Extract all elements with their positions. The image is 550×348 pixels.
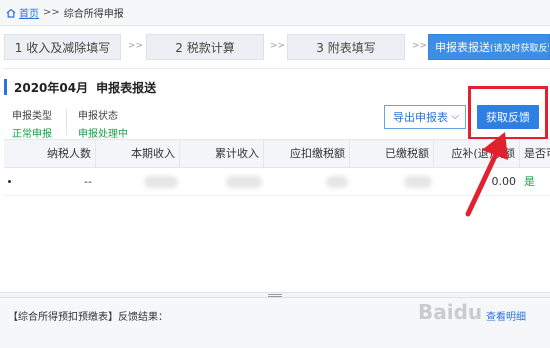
step-income-deduction[interactable]: 1 收入及减除填写 (4, 34, 121, 60)
watermark-logo: Baidu (418, 300, 483, 324)
breadcrumb-separator: >> (43, 7, 60, 18)
declare-type: 申报类型 正常申报 (12, 107, 52, 140)
panel-title: 2020年04月 申报表报送 (4, 79, 156, 95)
cell-tax-withholding-redacted (326, 176, 348, 188)
step-bar: 1 收入及减除填写 >> 2 税款计算 >> 3 附表填写 >> 申报表报送 (… (0, 30, 550, 64)
table-row[interactable]: -- 0.00 是 (4, 168, 550, 196)
col-total-income: 累计收入 (180, 140, 264, 168)
period-label: 2020年04月 (14, 80, 89, 95)
breadcrumb-home-link[interactable]: 首页 (19, 5, 39, 20)
export-declaration-button[interactable]: 导出申报表 ⌵ (384, 105, 466, 129)
cell-status: 是 (524, 175, 535, 188)
col-tax-refund: 应补(退)税额 (434, 140, 520, 168)
step-note: (请及时获取反馈 (490, 43, 550, 54)
feedback-result-label: 【综合所得预扣预缴表】反馈结果： (8, 312, 168, 323)
col-tax-paid: 已缴税额 (350, 140, 434, 168)
declare-status-value: 申报处理中 (78, 129, 128, 140)
table-header: 纳税人数 本期收入 累计收入 应扣缴税额 已缴税额 应补(退)税额 是否可 (4, 140, 550, 168)
cell-tax-paid-redacted (404, 176, 432, 188)
home-icon[interactable] (6, 8, 16, 18)
declare-type-value: 正常申报 (12, 129, 52, 140)
col-current-income: 本期收入 (96, 140, 180, 168)
step-label: 申报表报送 (435, 41, 490, 54)
step-arrow: >> (270, 41, 286, 51)
declare-status-label: 申报状态 (78, 111, 118, 122)
panel-title-text: 申报表报送 (96, 80, 157, 95)
step-label: 2 税款计算 (175, 40, 235, 55)
col-taxpayers: 纳税人数 (4, 140, 96, 168)
declare-type-label: 申报类型 (12, 111, 52, 122)
export-label: 导出申报表 (393, 111, 448, 124)
breadcrumb: 首页 >> 综合所得申报 (0, 0, 550, 26)
cell-current-income-redacted (144, 176, 178, 188)
col-status: 是否可 (524, 147, 550, 160)
cell-tax-refund: 0.00 (491, 175, 517, 188)
step-label: 1 收入及减除填写 (14, 40, 111, 55)
declare-status: 申报状态 申报处理中 (78, 107, 128, 140)
submit-panel: 2020年04月 申报表报送 申报类型 正常申报 申报状态 申报处理中 导出申报… (4, 68, 550, 292)
step-arrow: >> (128, 41, 144, 51)
view-detail-link[interactable]: 查看明细 (486, 308, 526, 323)
col-tax-withholding: 应扣缴税额 (264, 140, 350, 168)
resize-grip-icon (268, 294, 282, 297)
declaration-table: 纳税人数 本期收入 累计收入 应扣缴税额 已缴税额 应补(退)税额 是否可 --… (4, 139, 550, 293)
chevron-down-icon: ⌵ (451, 111, 459, 122)
step-tax-calculation[interactable]: 2 税款计算 (146, 34, 264, 60)
step-submit[interactable]: 申报表报送 (请及时获取反馈 (428, 34, 550, 60)
step-arrow: >> (412, 41, 428, 51)
step-label: 3 附表填写 (316, 40, 376, 55)
info-divider (66, 109, 67, 135)
step-attachment[interactable]: 3 附表填写 (287, 34, 405, 60)
highlight-box (468, 86, 548, 140)
cell-taxpayers: -- (84, 175, 92, 188)
cell-total-income-redacted (226, 176, 262, 188)
breadcrumb-current: 综合所得申报 (63, 9, 124, 20)
